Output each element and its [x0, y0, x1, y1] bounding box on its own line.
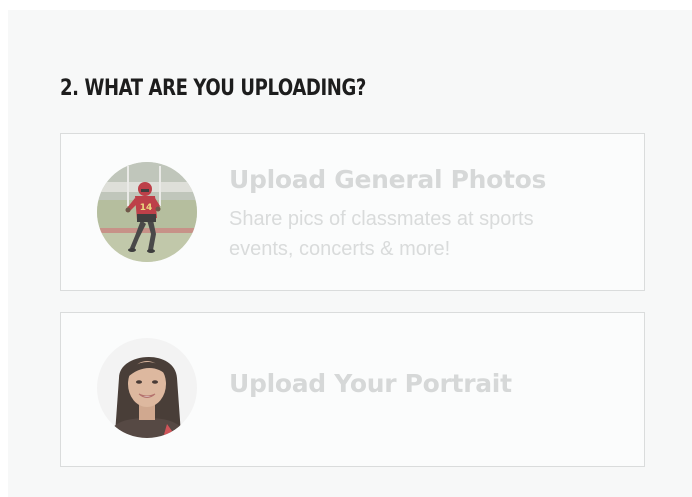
- student-portrait-image: [97, 338, 197, 438]
- student-portrait-thumbnail: [97, 338, 197, 438]
- football-player-image: 14: [97, 162, 197, 262]
- portrait-text: Upload Your Portrait: [229, 366, 624, 402]
- portrait-heading: Upload Your Portrait: [229, 369, 512, 398]
- general-photos-text: Upload General Photos Share pics of clas…: [229, 162, 624, 264]
- upload-portrait-option[interactable]: Upload Your Portrait: [60, 312, 645, 467]
- svg-text:14: 14: [140, 203, 153, 213]
- general-photos-description: Share pics of classmates at sports event…: [229, 208, 534, 260]
- upload-type-panel: 2. WHAT ARE YOU UPLOADING? 14 Upload Gen…: [8, 10, 692, 497]
- section-title: 2. WHAT ARE YOU UPLOADING?: [60, 76, 366, 101]
- general-photos-heading: Upload General Photos: [229, 165, 547, 194]
- upload-general-photos-option[interactable]: 14 Upload General Photos Share pics of c…: [60, 133, 645, 291]
- football-player-thumbnail: 14: [97, 162, 197, 262]
